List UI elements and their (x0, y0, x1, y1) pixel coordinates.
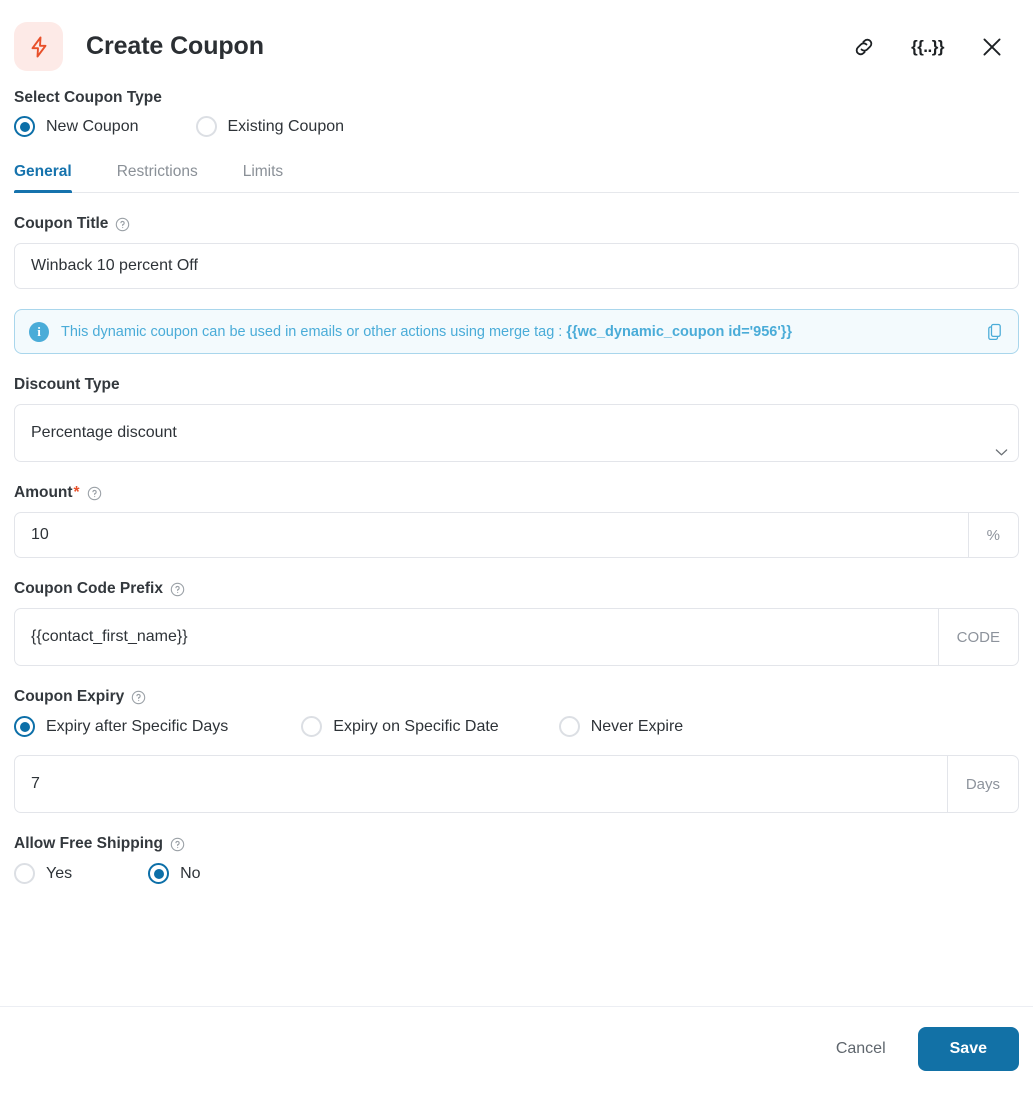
expiry-days-addon: Days (946, 756, 1018, 812)
radio-never-expire-label: Never Expire (590, 717, 684, 735)
radio-free-shipping-no[interactable]: No (148, 863, 201, 884)
merge-tag-icon[interactable]: {{..}} (911, 37, 944, 57)
link-icon[interactable] (852, 35, 876, 59)
amount-unit-addon: % (967, 513, 1018, 557)
coupon-type-label: Select Coupon Type (14, 89, 162, 106)
info-banner-merge-tag: {{wc_dynamic_coupon id='956'}} (566, 323, 793, 340)
field-expiry-days: Days (14, 755, 1019, 813)
amount-label-text: Amount (14, 484, 73, 501)
cancel-button[interactable]: Cancel (814, 1028, 908, 1070)
coupon-code-addon: CODE (937, 609, 1018, 665)
discount-type-label-text: Discount Type (14, 376, 120, 393)
radio-expiry-after-days-indicator (14, 716, 35, 737)
tab-bar: General Restrictions Limits (14, 163, 1019, 193)
radio-new-coupon-label: New Coupon (46, 117, 139, 135)
radio-free-shipping-no-label: No (180, 864, 201, 882)
coupon-code-prefix-input[interactable] (15, 609, 938, 665)
coupon-code-prefix-input-wrap: CODE (14, 608, 1019, 666)
discount-type-select[interactable]: Percentage discount (14, 404, 1019, 462)
radio-expiry-after-days-label: Expiry after Specific Days (46, 717, 229, 735)
modal-body: Select Coupon Type New Coupon Existing C… (0, 89, 1033, 1006)
coupon-title-input-wrap (14, 243, 1019, 289)
allow-free-shipping-label: Allow Free Shipping (14, 835, 1019, 853)
radio-new-coupon[interactable]: New Coupon (14, 116, 139, 137)
lightning-bolt-icon (14, 22, 63, 71)
coupon-expiry-radio-group: Expiry after Specific Days Expiry on Spe… (14, 716, 1019, 737)
chevron-down-icon (995, 446, 1008, 459)
coupon-title-label: Coupon Title (14, 215, 1019, 233)
close-icon[interactable] (979, 34, 1005, 60)
amount-input[interactable] (15, 513, 968, 557)
copy-icon[interactable] (985, 322, 1004, 341)
modal-footer: Cancel Save (0, 1006, 1033, 1093)
expiry-days-input[interactable] (15, 756, 947, 812)
radio-free-shipping-yes[interactable]: Yes (14, 863, 72, 884)
coupon-type-radio-group: New Coupon Existing Coupon (14, 116, 1019, 137)
amount-input-wrap: % (14, 512, 1019, 558)
field-coupon-expiry: Coupon Expiry Expiry after Specific Days (14, 688, 1019, 737)
field-allow-free-shipping: Allow Free Shipping Yes No (14, 835, 1019, 884)
discount-type-selected-value: Percentage discount (31, 424, 177, 441)
field-coupon-title: Coupon Title (14, 215, 1019, 289)
dynamic-coupon-info-banner: i This dynamic coupon can be used in ema… (14, 309, 1019, 354)
radio-free-shipping-yes-indicator (14, 863, 35, 884)
field-coupon-code-prefix: Coupon Code Prefix CODE (14, 580, 1019, 666)
help-icon[interactable] (170, 582, 185, 597)
header-actions: {{..}} (852, 34, 1005, 60)
coupon-title-input[interactable] (15, 244, 1018, 288)
help-icon[interactable] (170, 837, 185, 852)
help-icon[interactable] (87, 486, 102, 501)
radio-free-shipping-yes-label: Yes (46, 864, 73, 882)
info-icon: i (29, 321, 49, 342)
radio-new-coupon-indicator (14, 116, 35, 137)
expiry-days-input-wrap: Days (14, 755, 1019, 813)
tab-limits[interactable]: Limits (243, 163, 283, 192)
radio-expiry-on-date-indicator (301, 716, 323, 737)
coupon-expiry-label-text: Coupon Expiry (14, 688, 125, 705)
create-coupon-modal: Create Coupon {{..}} Select Coupon Type (0, 0, 1033, 1093)
page-title: Create Coupon (86, 32, 264, 60)
field-amount: Amount* % (14, 484, 1019, 558)
help-icon[interactable] (115, 217, 130, 232)
radio-expiry-on-date[interactable]: Expiry on Specific Date (301, 716, 499, 737)
info-banner-text: This dynamic coupon can be used in email… (61, 324, 792, 340)
required-marker: * (73, 484, 80, 501)
radio-existing-coupon-indicator (195, 116, 217, 137)
modal-header: Create Coupon {{..}} (0, 0, 1033, 89)
radio-existing-coupon[interactable]: Existing Coupon (195, 116, 345, 137)
radio-existing-coupon-label: Existing Coupon (227, 117, 345, 135)
radio-expiry-after-days[interactable]: Expiry after Specific Days (14, 716, 228, 737)
save-button[interactable]: Save (917, 1027, 1019, 1071)
radio-never-expire-indicator (558, 716, 580, 737)
info-banner-message: This dynamic coupon can be used in email… (61, 323, 567, 340)
radio-expiry-on-date-label: Expiry on Specific Date (333, 717, 499, 735)
tab-restrictions[interactable]: Restrictions (117, 163, 198, 192)
amount-label: Amount * (14, 484, 1019, 502)
allow-free-shipping-label-text: Allow Free Shipping (14, 835, 163, 852)
radio-free-shipping-no-indicator (148, 863, 170, 884)
allow-free-shipping-radio-group: Yes No (14, 863, 1019, 884)
coupon-code-prefix-label-text: Coupon Code Prefix (14, 580, 163, 597)
discount-type-label: Discount Type (14, 376, 1019, 394)
tab-general[interactable]: General (14, 163, 72, 193)
help-icon[interactable] (131, 690, 146, 705)
radio-never-expire[interactable]: Never Expire (558, 716, 684, 737)
coupon-expiry-label: Coupon Expiry (14, 688, 1019, 706)
coupon-title-label-text: Coupon Title (14, 215, 109, 232)
field-discount-type: Discount Type Percentage discount (14, 376, 1019, 462)
coupon-code-prefix-label: Coupon Code Prefix (14, 580, 1019, 598)
